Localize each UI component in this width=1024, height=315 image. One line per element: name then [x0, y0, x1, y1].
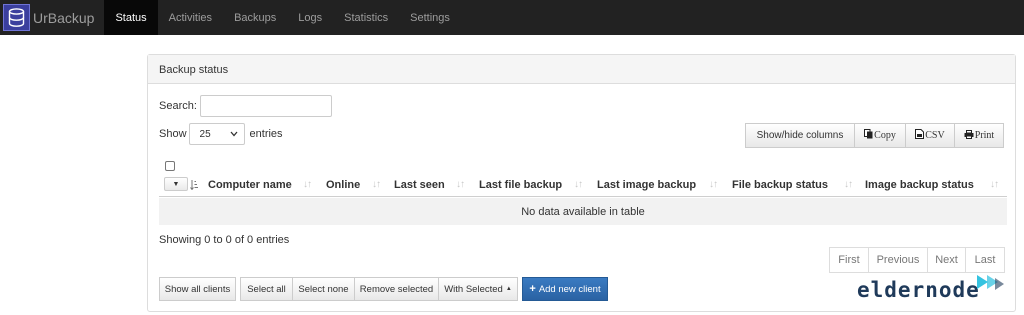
export-buttons: Show/hide columns Copy CSV Print: [745, 123, 1004, 148]
with-selected-dropdown[interactable]: With Selected ▲: [438, 277, 518, 301]
caret-down-icon: ▼: [172, 180, 180, 188]
backup-status-panel: Backup status Search: Show 25 entries Sh…: [147, 54, 1016, 312]
eldernode-watermark: eldernode: [857, 274, 1006, 302]
sort-icon[interactable]: ↓↑: [990, 172, 999, 197]
remove-selected-button[interactable]: Remove selected: [354, 277, 439, 301]
add-new-client-label: Add new client: [538, 283, 601, 295]
entries-label: entries: [249, 128, 283, 140]
page-length-value: 25: [199, 128, 211, 140]
col-image-backup-status[interactable]: Image backup status: [865, 172, 974, 197]
sort-icon[interactable]: ↓↑: [303, 172, 312, 197]
top-navbar: UrBackup Status Activities Backups Logs …: [0, 0, 1024, 35]
page-length-select[interactable]: 25: [188, 123, 245, 145]
col-online[interactable]: Online: [326, 172, 360, 197]
add-new-client-button[interactable]: + Add new client: [522, 277, 608, 301]
with-selected-label: With Selected: [444, 283, 503, 295]
select-all-checkbox[interactable]: [165, 161, 175, 171]
sort-icon[interactable]: ↓↑: [709, 172, 718, 197]
page-last-button[interactable]: Last: [965, 247, 1005, 273]
page-next-button[interactable]: Next: [927, 247, 966, 273]
sort-icon[interactable]: ↓↑: [574, 172, 583, 197]
print-button[interactable]: Print: [954, 123, 1004, 148]
copy-icon: [864, 129, 873, 142]
nav-activities[interactable]: Activities: [158, 0, 223, 35]
show-label: Show: [159, 128, 187, 140]
brand-name: UrBackup: [33, 9, 95, 26]
select-none-button[interactable]: Select none: [292, 277, 355, 301]
watermark-text: eldernode: [857, 278, 980, 302]
nav-backups[interactable]: Backups: [223, 0, 287, 35]
nav-status[interactable]: Status: [104, 0, 158, 35]
brand[interactable]: UrBackup: [0, 0, 104, 35]
table-info: Showing 0 to 0 of 0 entries: [159, 234, 290, 246]
show-hide-columns-label: Show/hide columns: [756, 130, 844, 141]
col-last-image-backup[interactable]: Last image backup: [597, 172, 696, 197]
select-all-button[interactable]: Select all: [240, 277, 293, 301]
sort-icon[interactable]: ↓↑: [844, 172, 853, 197]
col-last-file-backup[interactable]: Last file backup: [479, 172, 562, 197]
col-file-backup-status[interactable]: File backup status: [732, 172, 828, 197]
nav-statistics[interactable]: Statistics: [333, 0, 399, 35]
plus-icon: +: [529, 283, 536, 295]
pagination: First Previous Next Last: [829, 247, 1005, 273]
database-logo-icon: [3, 4, 30, 31]
col-last-seen[interactable]: Last seen: [394, 172, 445, 197]
page-first-button[interactable]: First: [829, 247, 869, 273]
printer-icon: [964, 129, 974, 142]
copy-label: Copy: [874, 130, 896, 141]
csv-button[interactable]: CSV: [905, 123, 955, 148]
show-all-clients-button[interactable]: Show all clients: [159, 277, 236, 301]
sort-asc-icon[interactable]: [190, 172, 198, 197]
panel-title: Backup status: [148, 55, 1015, 84]
empty-message: No data available in table: [521, 205, 645, 218]
nav-logs[interactable]: Logs: [287, 0, 333, 35]
row-menu-dropdown[interactable]: ▼: [164, 177, 188, 191]
chevron-down-icon: [230, 129, 238, 140]
col-computer-name[interactable]: Computer name: [208, 172, 292, 197]
csv-file-icon: [915, 129, 925, 142]
sort-icon[interactable]: ↓↑: [372, 172, 381, 197]
table-empty-row: No data available in table: [159, 198, 1007, 225]
page-previous-button[interactable]: Previous: [868, 247, 928, 273]
csv-label: CSV: [925, 130, 945, 141]
search-label: Search:: [159, 100, 197, 112]
nav-settings[interactable]: Settings: [399, 0, 461, 35]
show-hide-columns-button[interactable]: Show/hide columns: [745, 123, 855, 148]
caret-up-icon: ▲: [505, 286, 512, 292]
search-input[interactable]: [199, 95, 332, 117]
bulk-actions: Show all clients Select all Select none …: [159, 277, 608, 301]
print-label: Print: [974, 130, 995, 141]
page-length-row: Show 25 entries: [159, 123, 283, 145]
table-header: ▼ Computer name ↓↑ Online ↓↑ Last seen ↓…: [159, 172, 1007, 197]
sort-icon[interactable]: ↓↑: [456, 172, 465, 197]
search-row: Search:: [159, 95, 332, 117]
copy-button[interactable]: Copy: [854, 123, 906, 148]
play-arrows-icon: [976, 274, 1006, 297]
